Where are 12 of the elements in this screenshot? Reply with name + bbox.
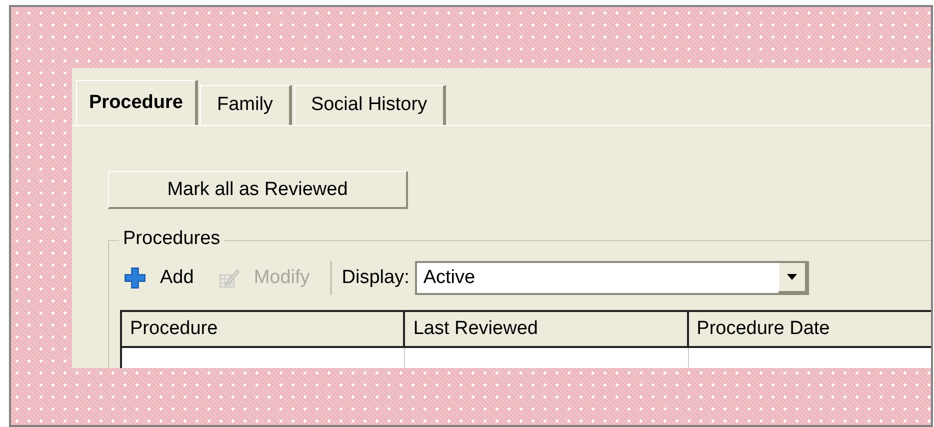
plus-icon (124, 267, 146, 289)
tab[interactable]: Procedure (76, 80, 198, 125)
tab[interactable]: Social History (294, 85, 446, 125)
add-button[interactable]: Add (120, 267, 202, 289)
column-header[interactable]: Procedure Date (688, 312, 931, 346)
display-dropdown[interactable]: Active (415, 261, 810, 295)
column-header[interactable]: Last Reviewed (405, 312, 689, 346)
tab[interactable]: Family (200, 85, 292, 125)
pencil-table-icon (218, 267, 240, 289)
column-header[interactable]: Procedure (122, 312, 406, 346)
mark-reviewed-button[interactable]: Mark all as Reviewed (108, 171, 408, 209)
display-label: Display: (342, 267, 410, 289)
